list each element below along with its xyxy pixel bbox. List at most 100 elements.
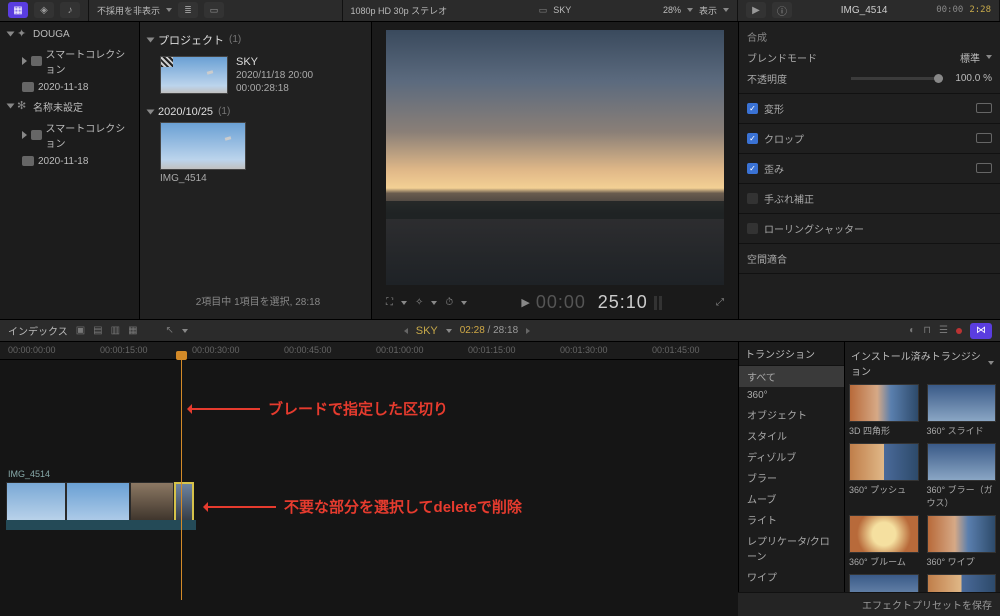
skimming-icon[interactable]: ◐ — [909, 325, 915, 336]
selected-clip-segment[interactable] — [174, 482, 194, 530]
library-icon[interactable]: ▦ — [8, 2, 28, 18]
category-item[interactable]: スタイル — [739, 425, 844, 446]
category-item[interactable]: 360° — [739, 387, 844, 404]
inspector-info-icon[interactable]: ⓘ — [772, 2, 792, 18]
sidebar-item[interactable]: スマートコレクション — [0, 117, 139, 153]
transition-item[interactable]: 360° ブラー（ガウス） — [927, 443, 997, 509]
category-item[interactable]: オブジェクト — [739, 404, 844, 425]
transition-item[interactable]: 360° スライド — [927, 384, 997, 437]
sidebar-item-label: スマートコレクション — [46, 120, 133, 150]
stabilize-row[interactable]: ✓手ぶれ補正 — [747, 188, 992, 209]
library-item[interactable]: ✦ DOUGA — [0, 26, 139, 43]
checkbox-icon[interactable]: ✓ — [747, 103, 758, 114]
timeline-clip[interactable]: IMG_4514 — [6, 482, 196, 530]
connect-icon[interactable]: ▦ — [128, 325, 137, 336]
annotation-text: ブレードで指定した区切り — [268, 398, 448, 419]
event-count: (1) — [218, 106, 230, 117]
transition-item[interactable]: 360° ブルーム — [849, 515, 919, 568]
inspector-len: 2:28 — [969, 5, 991, 15]
projects-label: プロジェクト — [158, 32, 224, 48]
inspector-video-icon[interactable]: ▶ — [746, 2, 766, 18]
reveal-icon[interactable] — [976, 103, 992, 113]
filmstrip-icon[interactable]: ▭ — [204, 2, 224, 18]
timeline-ruler[interactable]: 00:00:00:00 00:00:15:00 00:00:30:00 00:0… — [0, 342, 738, 360]
transitions-header: トランジション — [739, 342, 844, 366]
timeline[interactable]: 00:00:00:00 00:00:15:00 00:00:30:00 00:0… — [0, 342, 738, 616]
list-view-icon[interactable]: ≣ — [178, 2, 198, 18]
ruler-tick: 00:00:30:00 — [192, 345, 240, 355]
timecode[interactable]: 00:00 25:10 — [536, 292, 648, 313]
category-item[interactable]: レプリケータ/クローン — [739, 530, 844, 566]
transition-item[interactable]: 360° プッシュ — [849, 443, 919, 509]
event-header[interactable]: 2020/10/25 (1) — [148, 102, 363, 122]
clip-thumbnail — [160, 122, 246, 170]
playhead[interactable] — [181, 360, 182, 600]
insert-icon[interactable]: ▣ — [76, 325, 85, 336]
reveal-icon[interactable] — [976, 133, 992, 143]
record-icon[interactable] — [956, 328, 962, 334]
play-button[interactable]: ▶ — [521, 296, 529, 309]
category-item[interactable]: ライト — [739, 509, 844, 530]
opacity-row[interactable]: 不透明度 100.0 % — [747, 68, 992, 89]
checkbox-icon[interactable]: ✓ — [747, 133, 758, 144]
category-item[interactable]: すべて — [739, 366, 844, 387]
project-item[interactable]: SKY 2020/11/18 20:00 00:00:28:18 — [148, 52, 363, 102]
hide-rejected-label[interactable]: 不採用を非表示 — [97, 4, 160, 17]
prev-icon[interactable] — [388, 328, 408, 334]
fullscreen-icon[interactable]: ⤢ — [716, 297, 724, 308]
save-preset-button[interactable]: エフェクトプリセットを保存 — [738, 592, 1000, 616]
transform-icon[interactable]: ⛶ — [386, 297, 393, 308]
transition-item[interactable]: 360° ワイプ — [927, 515, 997, 568]
viewer-clip-icon: ▭ — [539, 5, 548, 16]
audio-meter — [654, 296, 662, 310]
disclosure-triangle-icon — [7, 32, 15, 37]
transition-item[interactable]: 3D 四角形 — [849, 384, 919, 437]
clip-item[interactable]: IMG_4514 — [148, 122, 238, 184]
sidebar-item[interactable]: 2020-11-18 — [0, 79, 139, 96]
chevron-down-icon[interactable] — [446, 329, 452, 333]
enhance-icon[interactable]: ✧ — [415, 297, 423, 308]
checkbox-icon[interactable]: ✓ — [747, 163, 758, 174]
effects-browser-icon[interactable]: ⋈ — [970, 323, 992, 339]
view-menu[interactable]: 表示 — [699, 4, 717, 17]
reveal-icon[interactable] — [976, 163, 992, 173]
index-button[interactable]: インデックス — [8, 323, 68, 338]
spatial-row[interactable]: 空間適合 — [747, 248, 992, 269]
viewer-canvas[interactable] — [386, 30, 724, 286]
category-item[interactable]: ブラー — [739, 467, 844, 488]
opacity-slider[interactable] — [851, 77, 943, 80]
blend-mode-row[interactable]: ブレンドモード 標準 — [747, 47, 992, 68]
sidebar-item[interactable]: 2020-11-18 — [0, 153, 139, 170]
append-icon[interactable]: ▤ — [93, 325, 102, 336]
category-item[interactable]: ムーブ — [739, 488, 844, 509]
distort-row[interactable]: ✓歪み — [747, 158, 992, 179]
zoom-value[interactable]: 28% — [663, 5, 681, 15]
library-name: DOUGA — [33, 29, 70, 40]
viewer-controls: ⛶ ✧ ⏱ ▶ 00:00 25:10 ⤢ — [372, 289, 738, 319]
select-tool-icon[interactable]: ↖ — [166, 325, 174, 336]
chevron-down-icon[interactable] — [988, 361, 994, 365]
chevron-down-icon — [986, 55, 992, 59]
sidebar-item-label: 2020-11-18 — [38, 156, 88, 167]
library-name: 名称未設定 — [33, 99, 83, 114]
category-item[interactable]: ワイプ — [739, 566, 844, 587]
retime-icon[interactable]: ⏱ — [445, 297, 453, 308]
ruler-tick: 00:01:00:00 — [376, 345, 424, 355]
transform-row[interactable]: ✓変形 — [747, 98, 992, 119]
sidebar-item[interactable]: スマートコレクション — [0, 43, 139, 79]
library-item[interactable]: ✻ 名称未設定 — [0, 96, 139, 117]
crop-row[interactable]: ✓クロップ — [747, 128, 992, 149]
checkbox-icon[interactable]: ✓ — [747, 223, 758, 234]
rolling-row[interactable]: ✓ローリングシャッター — [747, 218, 992, 239]
solo-icon[interactable]: ☰ — [939, 325, 948, 336]
overwrite-icon[interactable]: ▥ — [111, 325, 120, 336]
music-icon[interactable]: ♪ — [60, 2, 80, 18]
disclosure-triangle-icon — [7, 104, 15, 109]
photos-icon[interactable]: ◈ — [34, 2, 54, 18]
snap-icon[interactable]: ⊓ — [923, 325, 931, 336]
category-item[interactable]: ディゾルブ — [739, 446, 844, 467]
next-icon[interactable] — [526, 328, 546, 334]
projects-header[interactable]: プロジェクト (1) — [148, 28, 363, 52]
checkbox-icon[interactable]: ✓ — [747, 193, 758, 204]
inspector-tc: 00:00 — [936, 5, 963, 15]
